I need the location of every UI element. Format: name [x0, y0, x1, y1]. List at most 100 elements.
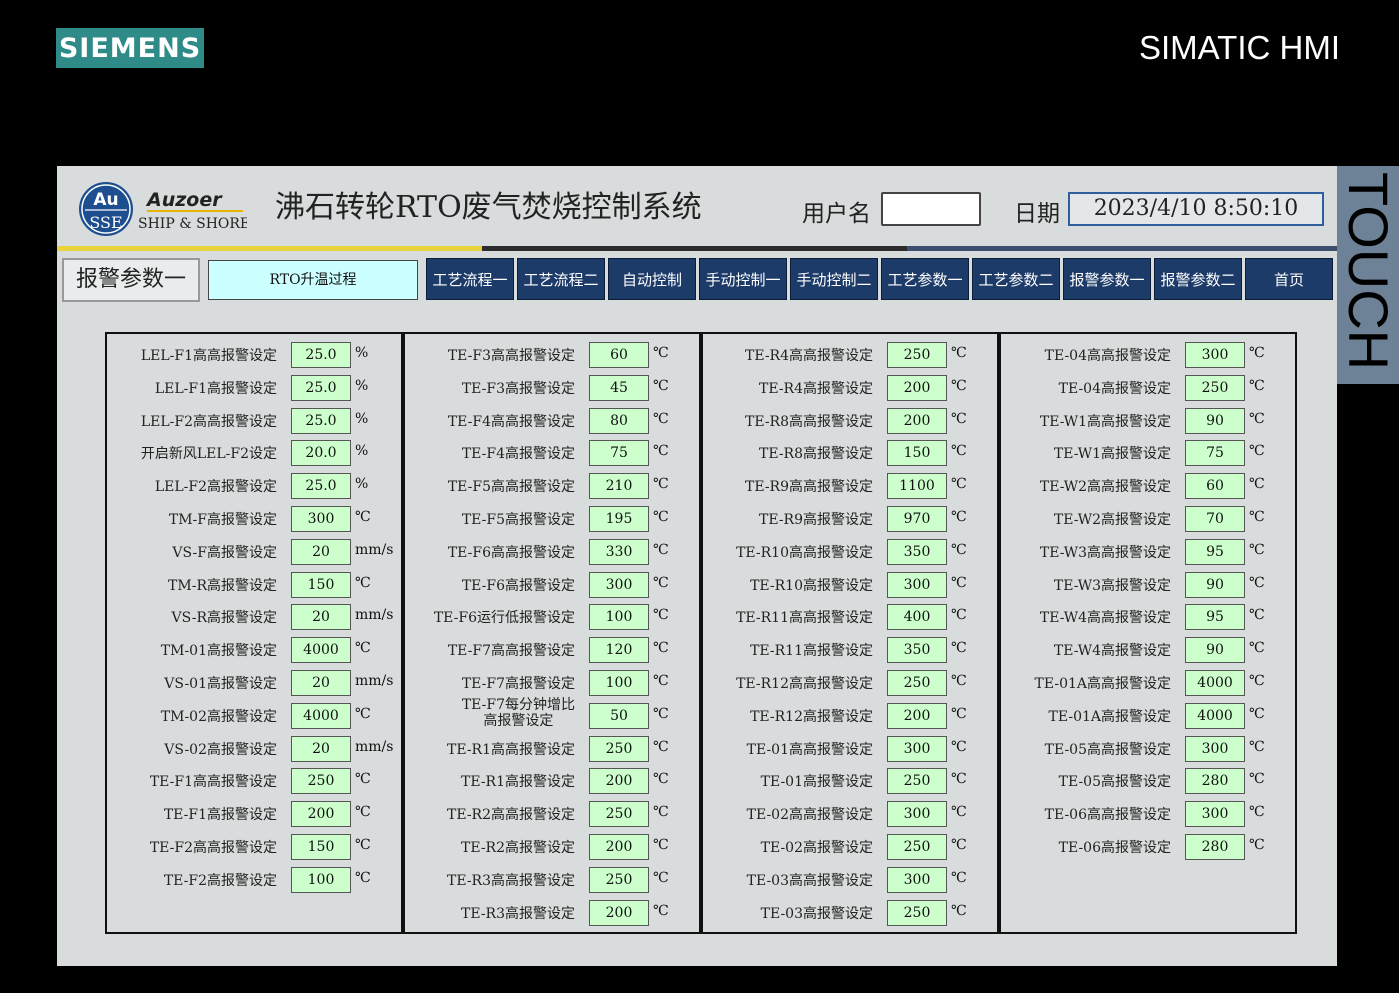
nav-process-flow-1-button[interactable]: 工艺流程一	[426, 258, 514, 300]
alarm-setpoint-input[interactable]: 250	[1185, 374, 1245, 401]
alarm-setpoint-input[interactable]: 250	[887, 834, 947, 860]
nav-alarm-params-1-button[interactable]: 报警参数一	[1063, 258, 1151, 300]
alarm-setting-label: TE-R11高高报警设定	[736, 610, 873, 627]
alarm-setpoint-input[interactable]: 250	[887, 768, 947, 795]
alarm-setpoint-input[interactable]: 250	[887, 670, 947, 696]
alarm-setpoint-input[interactable]: 20	[291, 604, 351, 631]
alarm-setpoint-input[interactable]: 25.0	[291, 342, 351, 368]
unit-label: ℃	[951, 640, 967, 657]
alarm-setting-label: TE-W4高报警设定	[1053, 643, 1171, 660]
alarm-setpoint-input[interactable]: 300	[887, 866, 947, 893]
alarm-setpoint-input[interactable]: 70	[1185, 506, 1245, 532]
nav-manual-control-2-button[interactable]: 手动控制二	[790, 258, 878, 300]
alarm-setpoint-input[interactable]: 250	[887, 899, 947, 926]
alarm-setpoint-input[interactable]: 75	[1185, 440, 1245, 467]
alarm-setpoint-input[interactable]: 300	[589, 571, 649, 598]
unit-label: ℃	[951, 673, 967, 689]
alarm-setpoint-input[interactable]: 250	[291, 768, 351, 795]
alarm-setpoint-input[interactable]: 50	[589, 702, 649, 729]
alarm-setpoint-input[interactable]: 300	[887, 801, 947, 828]
alarm-setpoint-input[interactable]: 200	[589, 834, 649, 860]
alarm-setpoint-input[interactable]: 100	[589, 604, 649, 631]
alarm-setpoint-input[interactable]: 250	[589, 735, 649, 762]
alarm-setting-row: TE-F3高报警设定 45 ℃	[405, 374, 701, 401]
alarm-setpoint-input[interactable]: 200	[887, 702, 947, 729]
nav-alarm-params-2-button[interactable]: 报警参数二	[1154, 258, 1242, 300]
alarm-setpoint-input[interactable]: 300	[1185, 735, 1245, 762]
alarm-setpoint-input[interactable]: 90	[1185, 407, 1245, 434]
alarm-setpoint-input[interactable]: 20	[291, 735, 351, 762]
alarm-setting-label: TM-02高报警设定	[160, 708, 277, 725]
alarm-setpoint-input[interactable]: 60	[1185, 473, 1245, 500]
alarm-setpoint-input[interactable]: 300	[887, 735, 947, 762]
alarm-setpoint-input[interactable]: 250	[887, 342, 947, 368]
alarm-setpoint-input[interactable]: 250	[589, 801, 649, 828]
alarm-setpoint-input[interactable]: 330	[589, 538, 649, 565]
alarm-setpoint-input[interactable]: 970	[887, 506, 947, 532]
alarm-setpoint-input[interactable]: 20.0	[291, 440, 351, 467]
nav-home-button[interactable]: 首页	[1245, 258, 1333, 300]
alarm-setting-row: TE-05高报警设定 280 ℃	[1001, 768, 1297, 795]
alarm-setpoint-input[interactable]: 150	[291, 834, 351, 860]
alarm-setpoint-input[interactable]: 280	[1185, 768, 1245, 795]
alarm-setpoint-input[interactable]: 195	[589, 506, 649, 532]
alarm-setpoint-input[interactable]: 200	[589, 768, 649, 795]
alarm-setpoint-input[interactable]: 95	[1185, 538, 1245, 565]
alarm-setpoint-input[interactable]: 45	[589, 374, 649, 401]
unit-label: ℃	[355, 771, 371, 788]
alarm-setpoint-input[interactable]: 25.0	[291, 407, 351, 434]
alarm-setpoint-input[interactable]: 60	[589, 342, 649, 368]
alarm-setpoint-input[interactable]: 25.0	[291, 473, 351, 500]
alarm-setpoint-input[interactable]: 95	[1185, 604, 1245, 631]
alarm-setting-row: TE-01高高报警设定 300 ℃	[703, 735, 999, 762]
alarm-setpoint-input[interactable]: 20	[291, 670, 351, 696]
alarm-setpoint-input[interactable]: 150	[291, 571, 351, 598]
alarm-setpoint-input[interactable]: 400	[887, 604, 947, 631]
alarm-setpoint-input[interactable]: 4000	[1185, 702, 1245, 729]
alarm-setpoint-input[interactable]: 300	[1185, 801, 1245, 828]
unit-label: ℃	[951, 410, 967, 427]
alarm-setpoint-input[interactable]: 75	[589, 440, 649, 467]
nav-process-flow-2-button[interactable]: 工艺流程二	[517, 258, 605, 300]
alarm-setpoint-input[interactable]: 280	[1185, 834, 1245, 860]
alarm-setpoint-input[interactable]: 350	[887, 637, 947, 664]
alarm-setpoint-input[interactable]: 300	[887, 571, 947, 598]
alarm-setpoint-input[interactable]: 90	[1185, 637, 1245, 664]
alarm-setpoint-input[interactable]: 80	[589, 407, 649, 434]
nav-auto-control-button[interactable]: 自动控制	[608, 258, 696, 300]
unit-label: ℃	[951, 705, 967, 722]
alarm-setpoint-input[interactable]: 200	[291, 801, 351, 828]
unit-label: ℃	[1249, 673, 1265, 689]
unit-label: %	[355, 476, 369, 493]
alarm-setpoint-input[interactable]: 150	[887, 440, 947, 467]
nav-manual-control-1-button[interactable]: 手动控制一	[699, 258, 787, 300]
alarm-setpoint-input[interactable]: 200	[887, 407, 947, 434]
alarm-setpoint-input[interactable]: 4000	[291, 702, 351, 729]
unit-label: ℃	[1249, 443, 1265, 460]
alarm-setpoint-input[interactable]: 4000	[291, 637, 351, 664]
alarm-setpoint-input[interactable]: 90	[1185, 571, 1245, 598]
alarm-setpoint-input[interactable]: 210	[589, 473, 649, 500]
nav-process-params-2-button[interactable]: 工艺参数二	[972, 258, 1060, 300]
alarm-setpoint-input[interactable]: 350	[887, 538, 947, 565]
alarm-setting-row: TE-03高报警设定 250 ℃	[703, 899, 999, 926]
alarm-setpoint-input[interactable]: 120	[589, 637, 649, 664]
alarm-setpoint-input[interactable]: 20	[291, 538, 351, 565]
nav-process-params-1-button[interactable]: 工艺参数一	[881, 258, 969, 300]
alarm-setting-label: TE-F6高报警设定	[461, 577, 575, 594]
alarm-setpoint-input[interactable]: 100	[589, 670, 649, 696]
alarm-setting-label: VS-02高报警设定	[164, 741, 277, 758]
alarm-setting-label: TE-F1高高报警设定	[149, 774, 277, 791]
alarm-setpoint-input[interactable]: 300	[291, 506, 351, 532]
alarm-setpoint-input[interactable]: 200	[589, 899, 649, 926]
unit-label: ℃	[951, 869, 967, 886]
username-field[interactable]	[881, 192, 981, 226]
alarm-setpoint-input[interactable]: 1100	[887, 473, 947, 500]
alarm-setpoint-input[interactable]: 300	[1185, 342, 1245, 368]
alarm-setpoint-input[interactable]: 200	[887, 374, 947, 401]
alarm-setpoint-input[interactable]: 4000	[1185, 670, 1245, 696]
alarm-setpoint-input[interactable]: 100	[291, 866, 351, 893]
alarm-setpoint-input[interactable]: 25.0	[291, 374, 351, 401]
alarm-setpoint-input[interactable]: 250	[589, 866, 649, 893]
alarm-setting-row: TM-F高报警设定 300 ℃	[107, 506, 403, 532]
